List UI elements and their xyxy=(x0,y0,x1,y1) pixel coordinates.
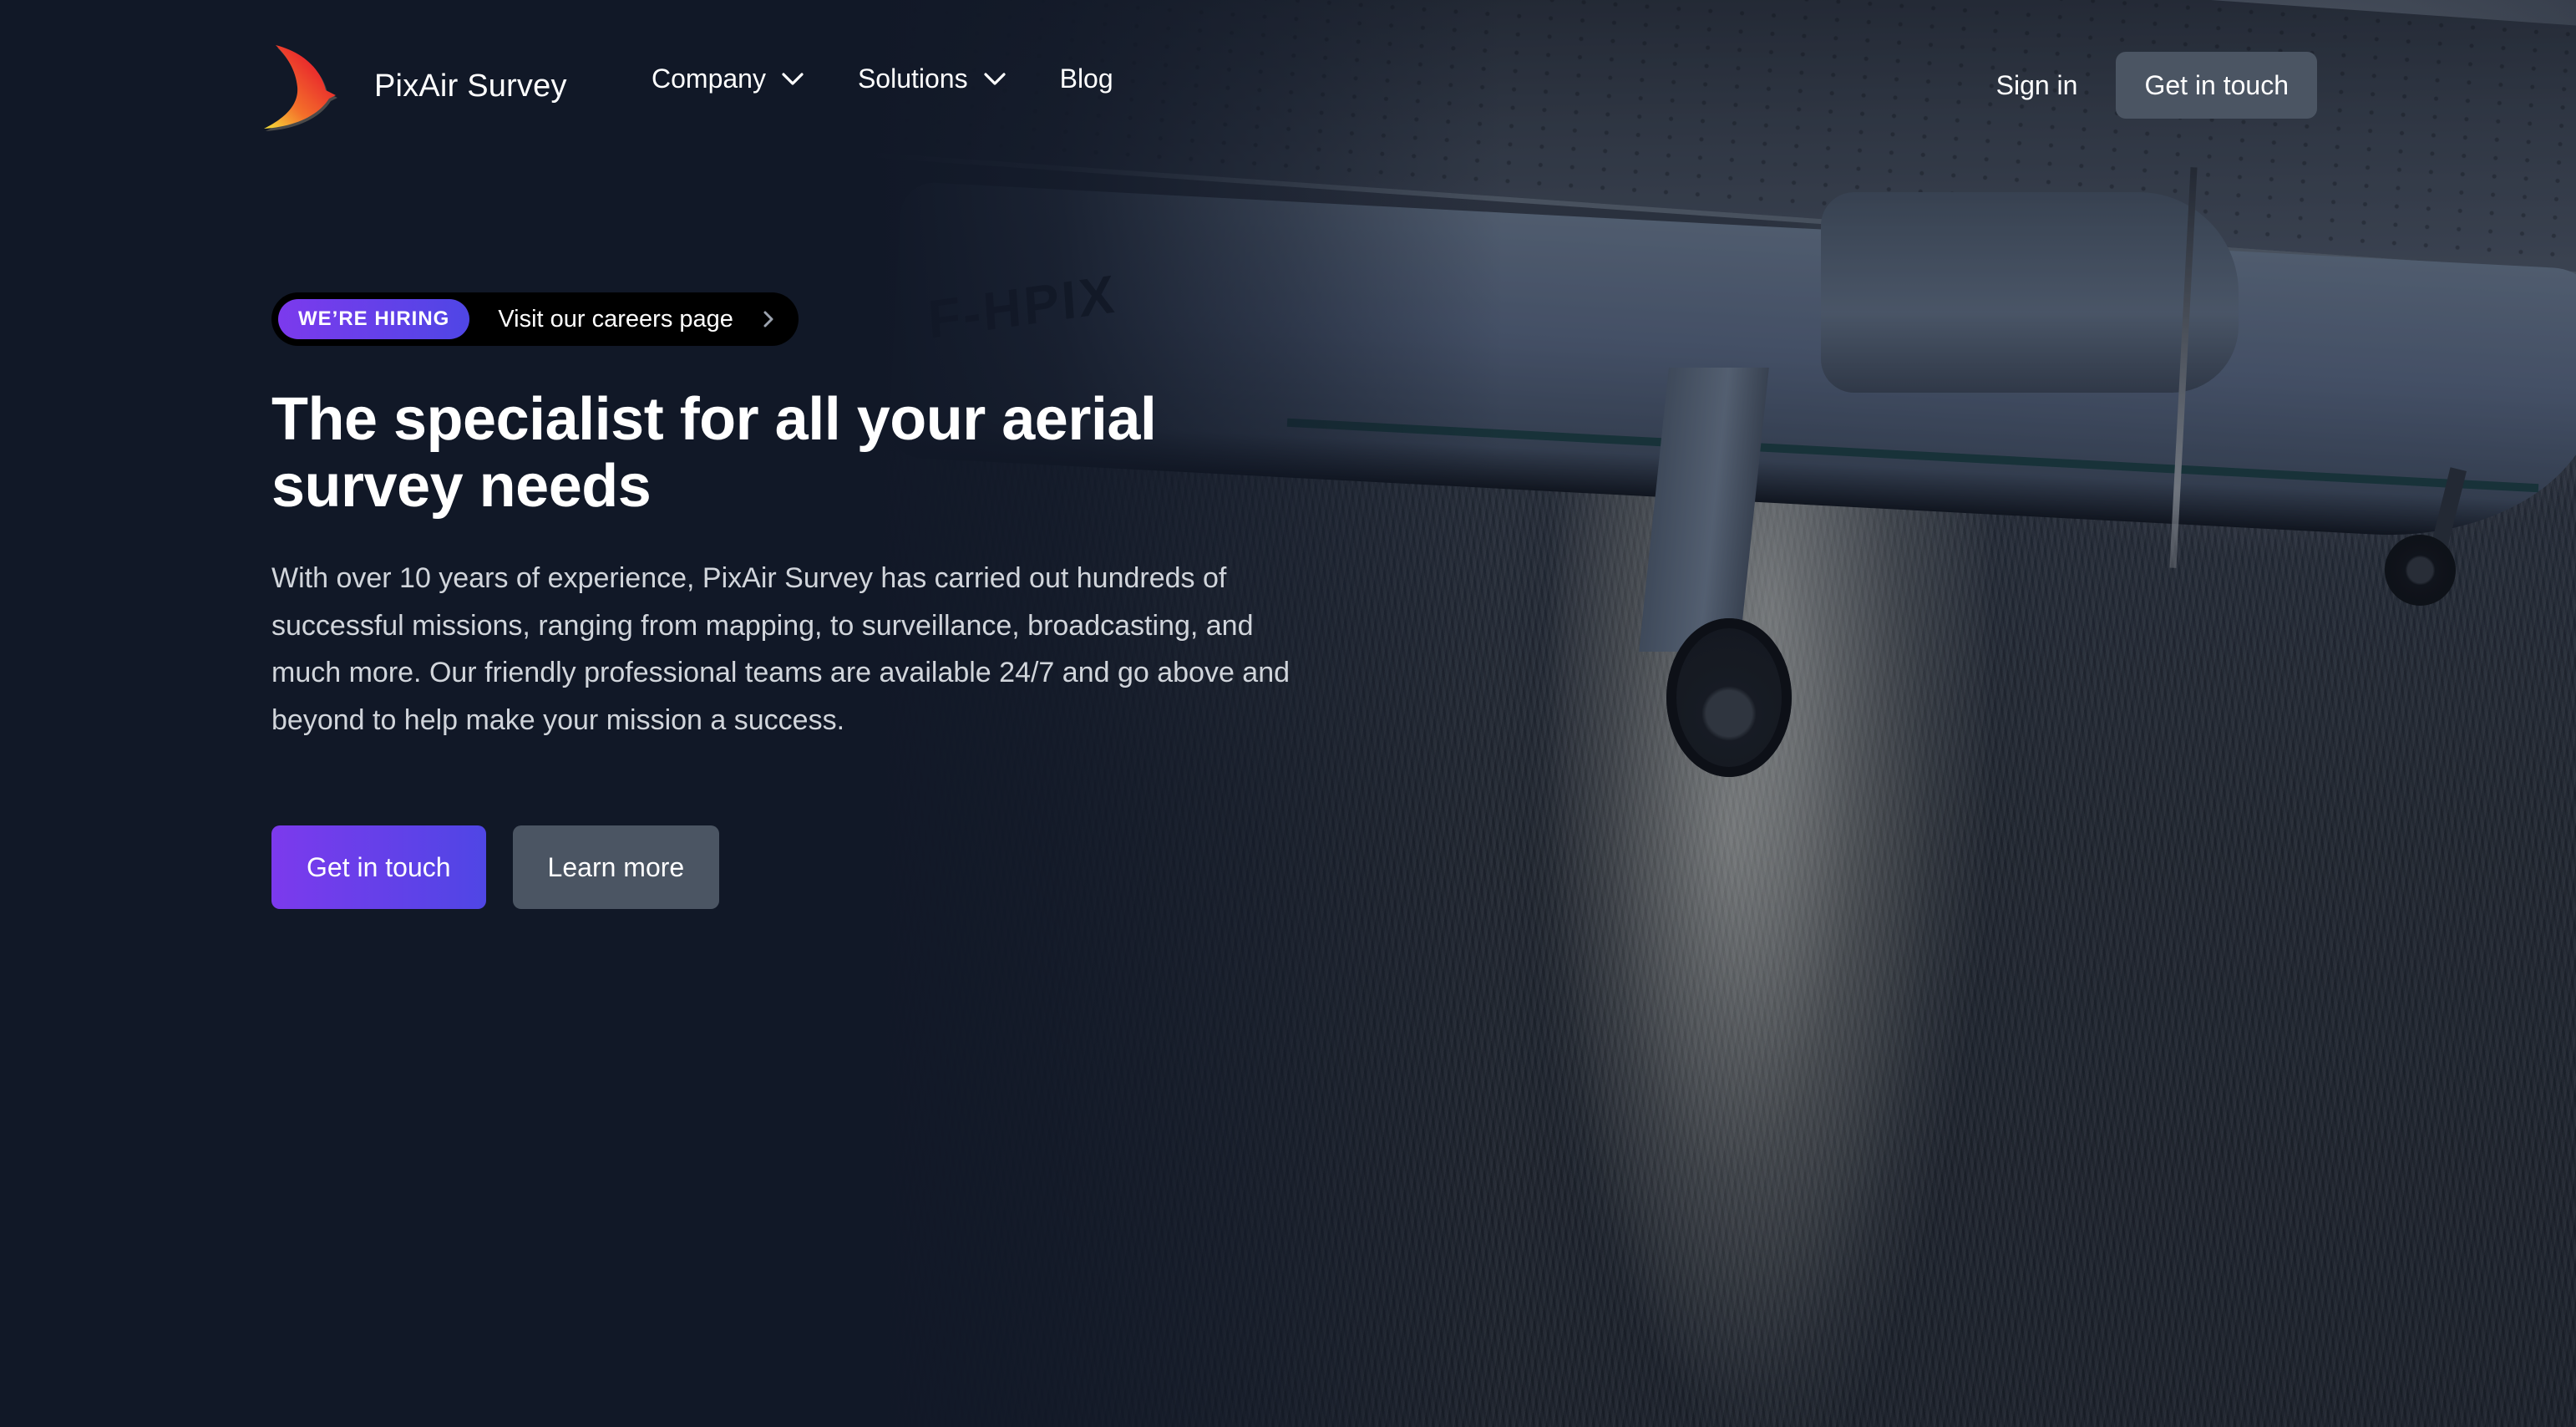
hiring-badge: WE’RE HIRING xyxy=(278,299,470,339)
nav-item-label: Solutions xyxy=(857,63,968,94)
nav-item-blog[interactable]: Blog xyxy=(1060,63,1113,94)
main-nav: Company Solutions Blog xyxy=(652,63,1113,94)
bird-swoosh-logo-icon xyxy=(264,45,337,131)
brand-name: PixAir Survey xyxy=(374,68,567,104)
hero-cta-group: Get in touch Learn more xyxy=(271,825,1307,909)
header-get-in-touch-button[interactable]: Get in touch xyxy=(2116,52,2317,119)
chevron-right-icon xyxy=(763,311,773,328)
header-actions: Sign in Get in touch xyxy=(1996,52,2317,119)
nav-item-company[interactable]: Company xyxy=(652,63,804,94)
site-header: PixAir Survey Company Solutions Blog Sig… xyxy=(0,0,2576,175)
nav-item-solutions[interactable]: Solutions xyxy=(858,63,1007,94)
chevron-down-icon xyxy=(983,72,1006,85)
get-in-touch-button[interactable]: Get in touch xyxy=(271,825,486,909)
home-logo-link[interactable]: PixAir Survey xyxy=(259,40,567,132)
chevron-down-icon xyxy=(782,72,804,85)
careers-link-text: Visit our careers page xyxy=(498,305,733,333)
hero-section: WE’RE HIRING Visit our careers page The … xyxy=(271,292,1307,909)
careers-announcement-link[interactable]: WE’RE HIRING Visit our careers page xyxy=(271,292,799,346)
nav-item-label: Blog xyxy=(1059,63,1113,94)
sign-in-link[interactable]: Sign in xyxy=(1996,70,2078,101)
hero-title: The specialist for all your aerial surve… xyxy=(271,386,1157,520)
hero-description: With over 10 years of experience, PixAir… xyxy=(271,562,1291,736)
landing-page: F-HPIX PixAir Survey xyxy=(0,0,2576,1427)
learn-more-button[interactable]: Learn more xyxy=(512,825,720,909)
nav-item-label: Company xyxy=(652,63,766,94)
